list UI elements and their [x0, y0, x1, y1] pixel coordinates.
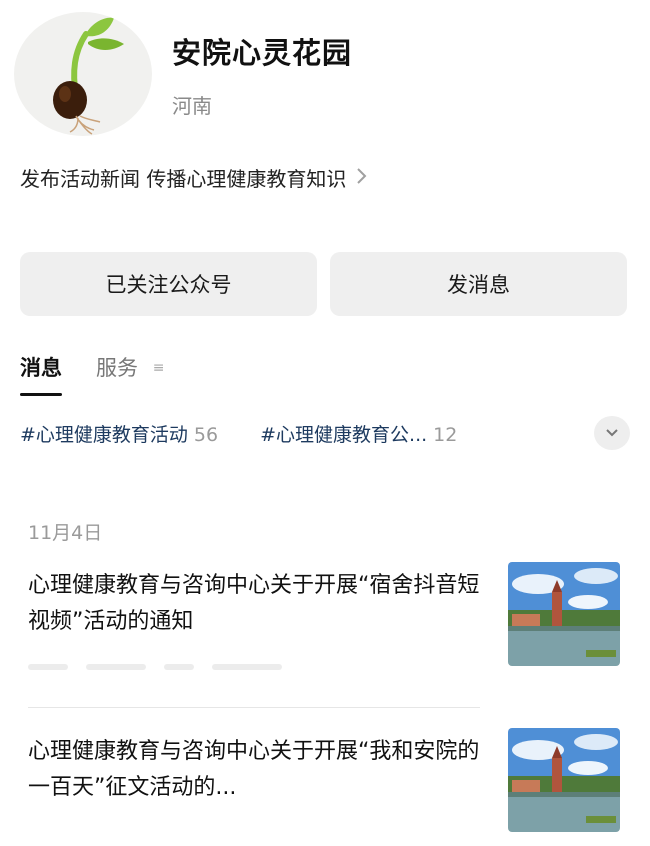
topic-tag[interactable]: #心理健康教育活动 56	[20, 420, 218, 447]
account-intro-link[interactable]: 发布活动新闻 传播心理健康教育知识	[20, 163, 368, 192]
tab-messages[interactable]: 消息	[20, 352, 62, 396]
tab-bar: 消息 服务 ≡	[20, 352, 164, 396]
account-header: 安院心灵花园 河南 发布活动新闻 传播心理健康教育知识 已关注公众号 发消息 消…	[0, 0, 650, 490]
expand-tags-button[interactable]	[594, 416, 630, 450]
article-thumbnail	[508, 728, 620, 832]
tab-messages-label: 消息	[20, 356, 62, 380]
followed-button[interactable]: 已关注公众号	[20, 252, 317, 316]
topic-tag-label: #心理健康教育活动	[20, 423, 188, 446]
chevron-down-icon	[606, 429, 618, 437]
message-feed: 11月4日 心理健康教育与咨询中心关于开展“宿舍抖音短视频”活动的通知 心理健康…	[0, 490, 650, 846]
send-message-button[interactable]: 发消息	[330, 252, 627, 316]
menu-lines-icon: ≡	[152, 360, 165, 376]
tab-services-label: 服务	[96, 356, 138, 380]
article-thumbnail	[508, 562, 620, 666]
divider	[28, 707, 480, 708]
topic-tags-row: #心理健康教育活动 56 #心理健康教育公... 12	[20, 416, 630, 450]
topic-tag-count: 12	[433, 423, 458, 446]
account-intro-text: 发布活动新闻 传播心理健康教育知识	[20, 167, 347, 191]
sprout-icon	[53, 17, 124, 135]
campus-clocktower-image	[508, 562, 620, 666]
message-date: 11月4日	[28, 522, 103, 544]
article-title: 心理健康教育与咨询中心关于开展“宿舍抖音短视频”活动的通知	[28, 573, 480, 634]
tab-services[interactable]: 服务 ≡	[96, 352, 164, 396]
topic-tag-label: #心理健康教育公...	[260, 423, 428, 446]
campus-clocktower-image	[508, 728, 620, 832]
message-card: 11月4日 心理健康教育与咨询中心关于开展“宿舍抖音短视频”活动的通知 心理健康…	[0, 490, 650, 846]
topic-tag-count: 56	[193, 423, 219, 446]
article-summary-faded	[28, 655, 358, 670]
topic-tag[interactable]: #心理健康教育公... 12	[260, 420, 457, 447]
article-title: 心理健康教育与咨询中心关于开展“我和安院的一百天”征文活动的...	[28, 739, 480, 800]
chevron-right-icon	[356, 166, 368, 190]
article-item[interactable]: 心理健康教育与咨询中心关于开展“我和安院的一百天”征文活动的...	[28, 728, 628, 846]
account-avatar[interactable]	[14, 12, 152, 136]
account-region: 河南	[172, 94, 212, 118]
account-name: 安院心灵花园	[172, 36, 353, 70]
